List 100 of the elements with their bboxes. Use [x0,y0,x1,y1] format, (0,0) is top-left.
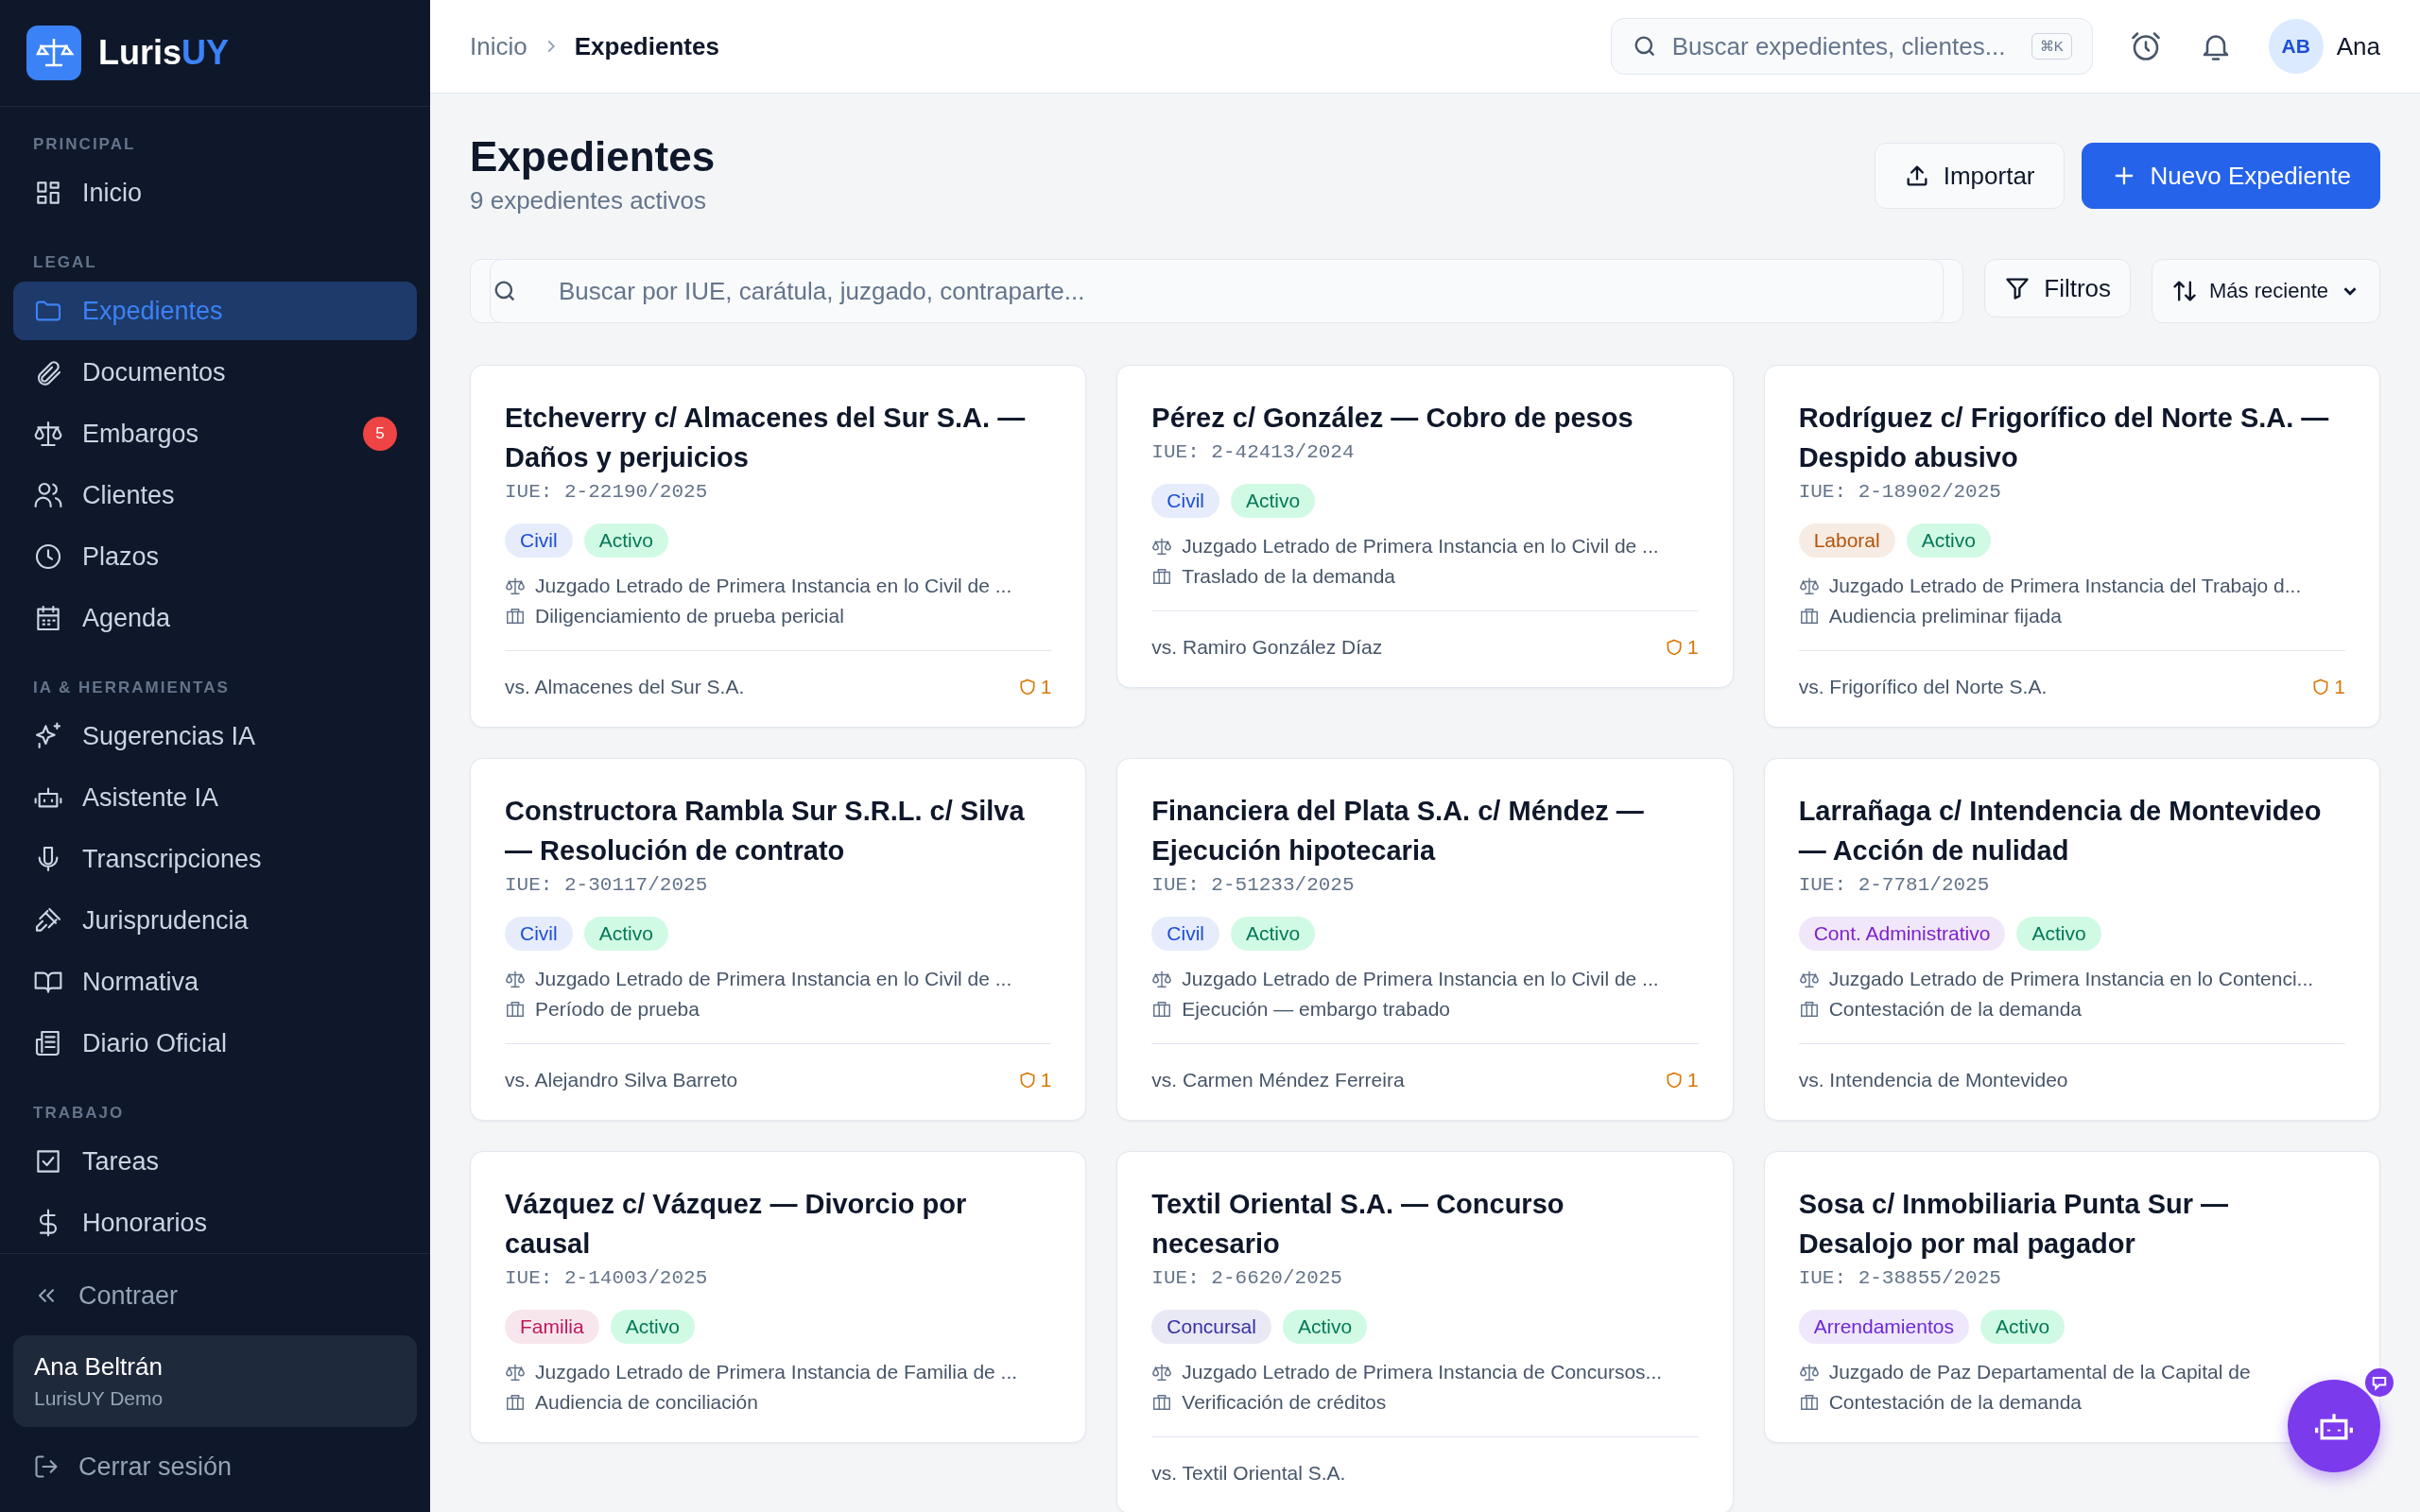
status-tag: Activo [1282,1310,1368,1344]
case-number: IUE: 2-14003/2025 [505,1267,709,1289]
case-title: Vázquez c/ Vázquez — Divorcio por causal [505,1188,968,1261]
status-tag: Activo [583,917,668,951]
briefcase-icon [505,606,526,627]
counterparty: vs. Alejandro Silva Barreto [505,1069,738,1091]
case-stage: Período de prueba [535,998,700,1021]
scale-icon [33,419,63,449]
nav-item[interactable]: Normativa [13,953,417,1011]
logo-icon [26,26,81,80]
area-tag: Civil [505,917,573,951]
logout-button[interactable]: Cerrar sesión [13,1438,417,1495]
case-card[interactable]: Textil Oriental S.A. — Concurso necesario IUE: 2-6620/2025 Concursal Activo Juzgado Letrado de Primera Instancia de Concursos... Verificación de créditos vs. Textil Oriental S.A. [1116,1151,1734,1512]
area-tag: Arrendamientos [1798,1310,1969,1344]
nav-item[interactable]: Plazos [13,527,417,586]
case-title: Pérez c/ González — Cobro de pesos [1151,402,1634,435]
counterparty: vs. Textil Oriental S.A. [1151,1462,1346,1485]
scale-icon [1798,576,1820,596]
court-name: Juzgado Letrado de Primera Instancia en lo Contenci... [1828,968,2314,990]
area-tag: Familia [505,1310,599,1344]
case-card[interactable]: Pérez c/ González — Cobro de pesos IUE: 2-42413/2024 Civil Activo Juzgado Letrado de Primera Instancia en lo Civil de ... Traslado de la demanda vs. Ramiro González Díaz 1 [1116,365,1734,688]
status-tag: Activo [1231,484,1316,518]
case-card[interactable]: Vázquez c/ Vázquez — Divorcio por causal IUE: 2-14003/2025 Familia Activo Juzgado Letrado de Primera Instancia de Familia de ... Audiencia de conciliación [470,1151,1087,1443]
clock-icon [33,541,63,572]
case-number: IUE: 2-38855/2025 [1798,1267,2002,1289]
user-card[interactable]: Ana Beltrán LurisUY Demo [13,1335,417,1427]
breadcrumb-link[interactable]: Inicio [470,31,527,61]
new-case-button[interactable]: Nuevo Expediente [2081,143,2380,209]
area-tag: Civil [1151,484,1219,518]
status-tag: Activo [583,524,668,558]
counterparty: vs. Frigorífico del Norte S.A. [1798,676,2048,698]
sparkle-icon [33,721,63,751]
scale-icon [1798,969,1820,989]
filters-button[interactable]: Filtros [1984,259,2132,318]
section-label: TRABAJO [32,1103,126,1124]
court-name: Juzgado de Paz Departamental de la Capital de [1828,1361,2251,1383]
case-stage: Contestación de la demanda [1828,1391,2082,1414]
nav-item[interactable]: Tareas [13,1132,417,1191]
case-number: IUE: 2-22190/2025 [505,481,709,503]
area-tag: Concursal [1151,1310,1271,1344]
nav-item[interactable]: Sugerencias IA [13,707,417,765]
nav-item[interactable]: Embargos 5 [13,404,417,463]
case-title: Constructora Rambla Sur S.R.L. c/ Silva — Resolución de contrato [505,795,1026,868]
briefcase-icon [1798,999,1820,1020]
nav-item[interactable]: Inicio [13,163,417,222]
import-button[interactable]: Importar [1874,143,2065,209]
section-label: PRINCIPAL [32,134,137,155]
case-card[interactable] [1763,365,2380,728]
area-tag: Civil [1151,917,1219,951]
nav-item[interactable]: Honorarios [13,1194,417,1252]
case-stage: Traslado de la demanda [1182,565,1396,588]
case-card[interactable] [470,365,1087,728]
case-number: IUE: 2-42413/2024 [1151,441,1356,463]
sort-dropdown[interactable]: Más reciente [2152,259,2380,323]
area-tag: Civil [505,524,573,558]
court-name: Juzgado Letrado de Primera Instancia en lo Civil de ... [535,575,1012,597]
alert-count: 1 [1017,676,1052,698]
briefcase-icon [505,999,526,1020]
collapse-button[interactable]: Contraer [13,1267,417,1324]
case-title: Rodríguez c/ Frigorífico del Norte S.A. — Despido abusivo [1798,402,2330,474]
case-title: Textil Oriental S.A. — Concurso necesario [1151,1188,1565,1261]
scale-icon [505,576,526,596]
shield-icon [2311,678,2331,696]
alert-count: 1 [1664,1069,1699,1091]
nav-item[interactable]: Jurisprudencia [13,891,417,950]
brand-name: LurisUY [98,33,230,73]
breadcrumb-link[interactable]: Expedientes [574,31,719,61]
case-number: IUE: 2-7781/2025 [1798,874,1991,896]
nav-item[interactable]: Agenda [13,589,417,647]
counterparty: vs. Intendencia de Montevideo [1798,1069,2068,1091]
nav-item[interactable]: Documentos [13,343,417,402]
avatar[interactable]: AB [2268,19,2324,74]
case-stage: Audiencia preliminar fijada [1828,605,2062,627]
area-tag: Cont. Administrativo [1798,917,2006,951]
alert-count: 1 [1664,636,1699,659]
counterparty: vs. Carmen Méndez Ferreira [1151,1069,1405,1091]
case-card[interactable] [1116,758,1734,1121]
scale-icon [505,1362,526,1383]
case-card[interactable] [1763,758,2380,1121]
status-tag: Activo [1906,524,1991,558]
section-label: IA & HERRAMIENTAS [32,678,231,698]
case-card[interactable]: Constructora Rambla Sur S.R.L. c/ Silva — Resolución de contrato IUE: 2-30117/2025 Civil Activo Juzgado Letrado de Primera Instancia en lo Civil de ... Período de prueba vs. Alejandro Silva Barreto 1 [470,758,1087,1121]
nav-item[interactable]: Transcripciones [13,830,417,888]
case-number: IUE: 2-51233/2025 [1151,874,1356,896]
nav-item[interactable]: Diario Oficial [13,1014,417,1073]
briefcase-icon [505,1392,526,1413]
briefcase-icon [1151,999,1173,1020]
page-subtitle: 9 expedientes activos [470,186,708,215]
court-name: Juzgado Letrado de Primera Instancia del Trabajo d... [1828,575,2302,597]
alert-count: 1 [1017,1069,1052,1091]
case-card[interactable]: Sosa c/ Inmobiliaria Punta Sur — Desalojo por mal pagador IUE: 2-38855/2025 Arrendamientos Activo Juzgado de Paz Departamental de la Capital de Contestación de la demanda [1763,1151,2380,1443]
nav-item[interactable]: Asistente IA [13,768,417,827]
case-title: Etcheverry c/ Almacenes del Sur S.A. — Daños y perjuicios [505,402,1027,474]
case-stage: Ejecución — embargo trabado [1182,998,1450,1021]
case-number: IUE: 2-18902/2025 [1798,481,2002,503]
briefcase-icon [1151,1392,1173,1413]
status-tag: Activo [610,1310,695,1344]
nav-item[interactable]: Clientes [13,466,417,524]
scale-icon [1151,536,1173,557]
search-field[interactable]: Buscar por IUE, carátula, juzgado, contraparte... [490,259,1945,323]
